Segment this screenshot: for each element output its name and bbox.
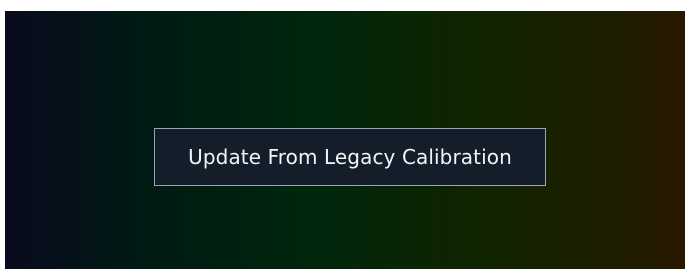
- update-from-legacy-calibration-button[interactable]: Update From Legacy Calibration: [154, 128, 546, 186]
- background-panel: Update From Legacy Calibration: [5, 11, 685, 269]
